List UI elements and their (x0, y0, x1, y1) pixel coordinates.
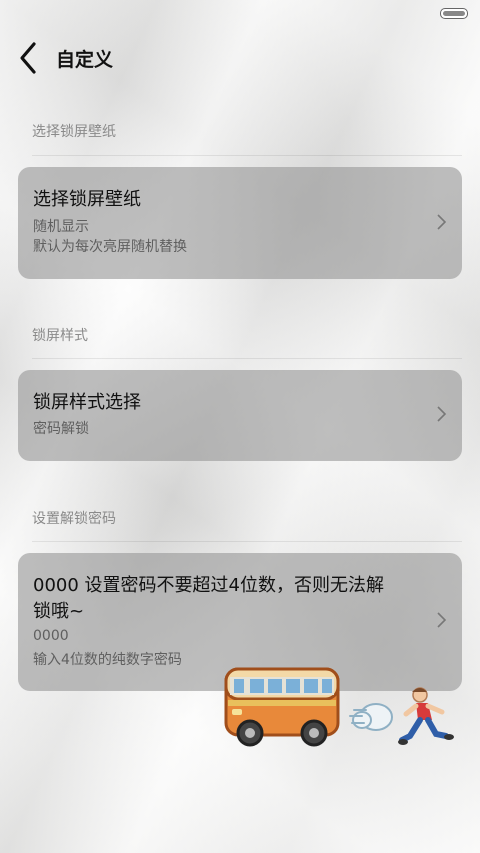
divider (32, 155, 462, 156)
section-label-password: 设置解锁密码 (32, 511, 116, 527)
card-title-line2: 锁哦~ (33, 601, 85, 622)
card-subtitle: 随机显示 (33, 219, 89, 235)
back-arrow-icon (20, 42, 36, 74)
bus-icon (224, 667, 340, 747)
card-title: 选择锁屏壁纸 (33, 189, 141, 210)
divider (32, 541, 462, 542)
card-subtitle: 密码解锁 (33, 421, 89, 437)
chevron-right-icon (437, 214, 447, 230)
page-title: 自定义 (56, 49, 114, 71)
back-button[interactable] (16, 40, 44, 76)
card-description: 输入4位数的纯数字密码 (33, 652, 182, 668)
card-title-line1: 0000 设置密码不要超过4位数，否则无法解 (33, 575, 384, 596)
app-header: 自定义 (0, 30, 480, 86)
divider (32, 358, 462, 359)
runner-icon (398, 687, 454, 745)
section-label-style: 锁屏样式 (32, 328, 88, 344)
card-description: 默认为每次亮屏随机替换 (33, 239, 187, 255)
lock-style-card[interactable]: 锁屏样式选择 密码解锁 (18, 370, 462, 461)
card-title: 锁屏样式选择 (33, 392, 141, 413)
section-label-wallpaper: 选择锁屏壁纸 (32, 124, 116, 140)
battery-icon (440, 8, 468, 19)
chevron-right-icon (437, 612, 447, 628)
dash-icon (349, 703, 393, 731)
wallpaper-card[interactable]: 选择锁屏壁纸 随机显示 默认为每次亮屏随机替换 (18, 167, 462, 279)
password-value: 0000 (33, 628, 69, 644)
chevron-right-icon (437, 406, 447, 422)
